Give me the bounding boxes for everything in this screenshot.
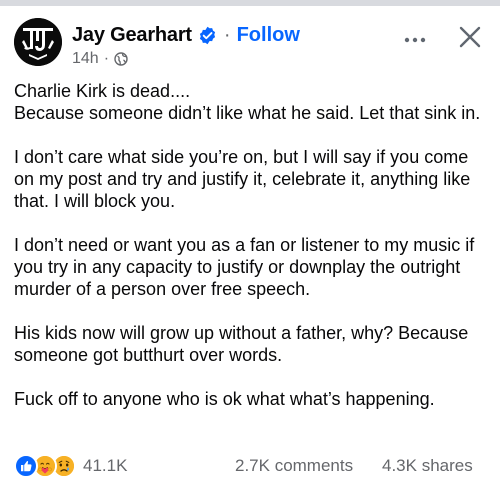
band-logo-icon bbox=[14, 18, 62, 66]
post-meta: 14h · bbox=[72, 50, 128, 68]
author-line: Jay Gearhart · Follow bbox=[72, 23, 300, 47]
post-paragraph: Fuck off to anyone who is ok what what’s… bbox=[14, 389, 435, 409]
like-icon bbox=[14, 454, 38, 478]
post-body: Charlie Kirk is dead.... Because someone… bbox=[14, 80, 490, 432]
follow-button[interactable]: Follow bbox=[237, 24, 300, 47]
separator-dot: · bbox=[223, 23, 231, 46]
close-icon[interactable] bbox=[456, 23, 484, 51]
post-paragraph: His kids now will grow up without a fath… bbox=[14, 323, 469, 365]
facebook-post: Jay Gearhart · Follow 14h · Charlie Kirk… bbox=[0, 6, 500, 480]
post-paragraph: Charlie Kirk is dead.... Because someone… bbox=[14, 81, 481, 123]
post-header: Jay Gearhart · Follow 14h · bbox=[0, 6, 500, 70]
post-paragraph: I don’t need or want you as a fan or lis… bbox=[14, 235, 475, 299]
reactions-summary[interactable]: 41.1K bbox=[14, 454, 128, 478]
post-paragraph: I don’t care what side you’re on, but I … bbox=[14, 147, 471, 211]
shares-count-link[interactable]: 4.3K shares bbox=[382, 456, 473, 476]
more-options-icon[interactable] bbox=[398, 28, 432, 52]
post-footer: 41.1K 2.7K comments 4.3K shares bbox=[0, 452, 500, 480]
verified-badge-icon bbox=[198, 26, 217, 45]
meta-separator: · bbox=[103, 50, 110, 67]
author-name[interactable]: Jay Gearhart bbox=[72, 24, 192, 47]
comments-count-link[interactable]: 2.7K comments bbox=[235, 456, 353, 476]
globe-icon[interactable] bbox=[114, 52, 128, 66]
post-timestamp[interactable]: 14h bbox=[72, 50, 99, 68]
reaction-count: 41.1K bbox=[83, 456, 128, 475]
band-logo-avatar[interactable] bbox=[14, 18, 62, 66]
